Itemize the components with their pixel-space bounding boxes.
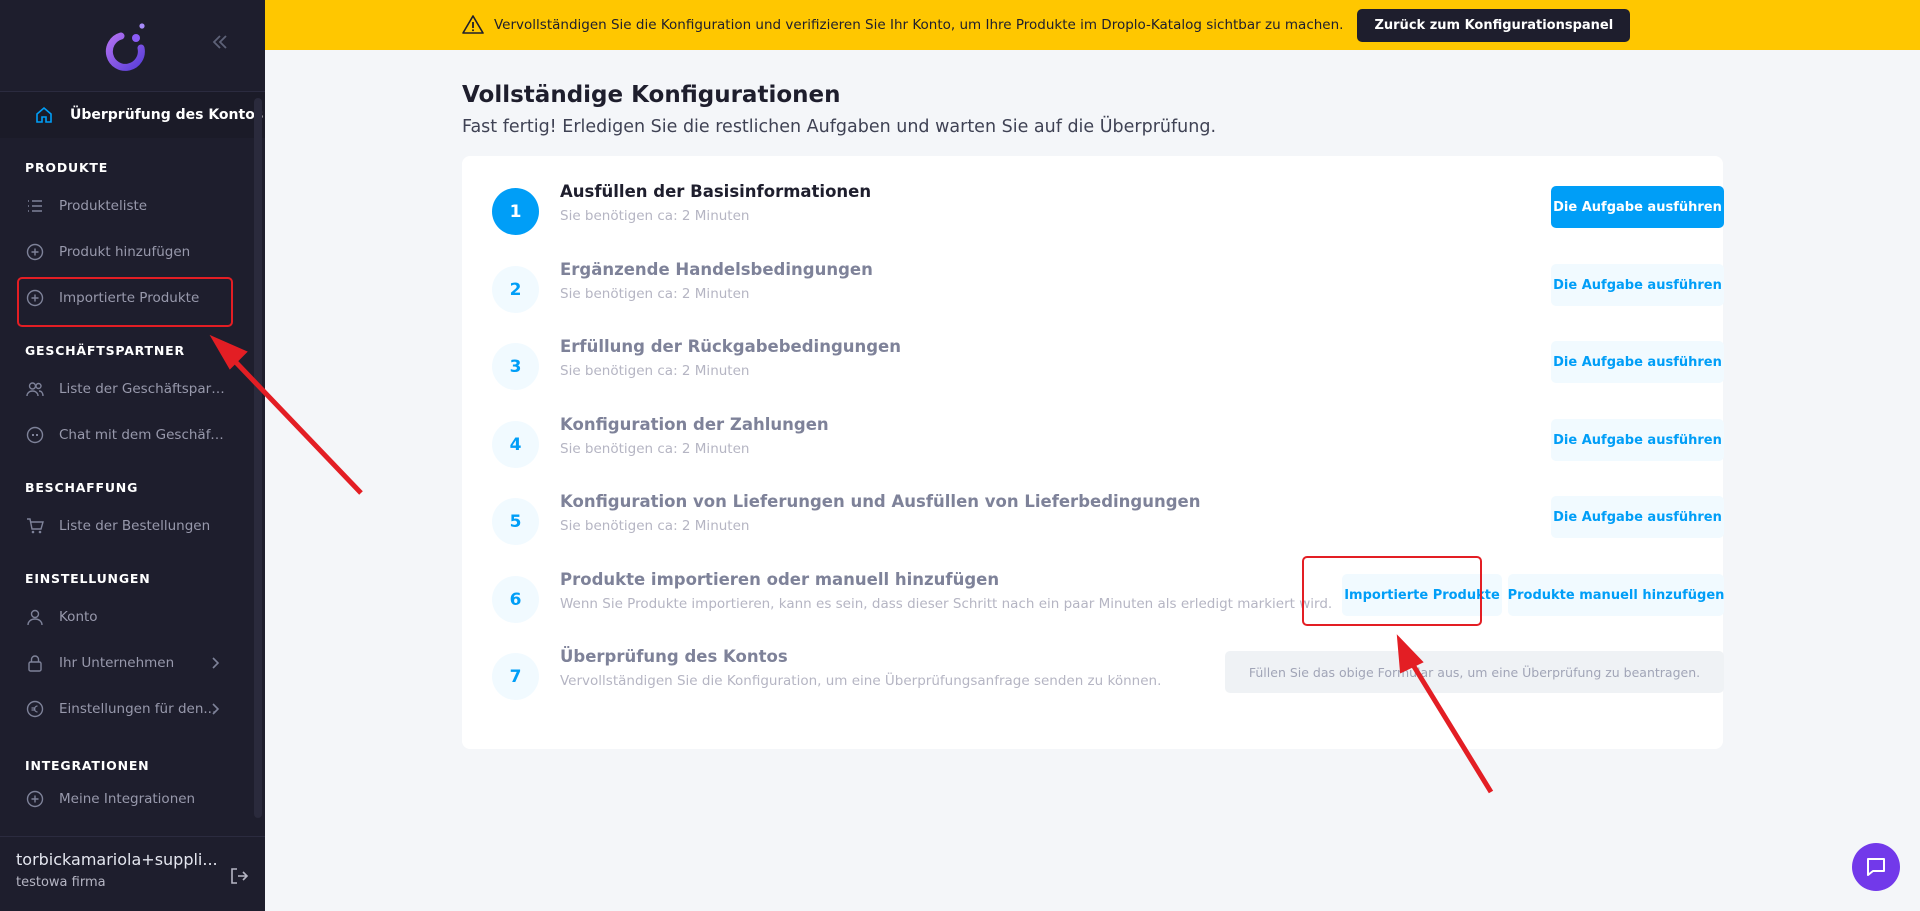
sidebar-item-label: Überprüfung des Kontos xyxy=(70,107,264,123)
step-number: 7 xyxy=(492,653,539,700)
sidebar-item-partner-list[interactable]: Liste der Geschäftspartn... xyxy=(0,366,265,412)
step-title: Produkte importieren oder manuell hinzuf… xyxy=(560,570,1000,589)
chevron-right-icon xyxy=(212,703,220,715)
step-number: 3 xyxy=(492,343,539,390)
logo-area xyxy=(0,0,265,92)
step-title: Ausfüllen der Basisinformationen xyxy=(560,182,872,201)
step-row: 7 Überprüfung des Kontos Vervollständige… xyxy=(492,647,1724,707)
sidebar-item-label: Liste der Bestellungen xyxy=(59,518,211,534)
config-warning-banner: Vervollständigen Sie die Konfiguration u… xyxy=(265,0,1920,50)
sidebar-item-my-integrations[interactable]: Meine Integrationen xyxy=(0,781,265,817)
highlight-box-sidebar xyxy=(17,277,233,327)
plus-circle-icon xyxy=(26,243,44,261)
step-number: 5 xyxy=(492,498,539,545)
section-title-business-partners: GESCHÄFTSPARTNER xyxy=(25,343,185,358)
sidebar-item-settings-for[interactable]: Einstellungen für den... xyxy=(0,686,265,732)
step-title: Konfiguration der Zahlungen xyxy=(560,415,829,434)
highlight-box-import-button xyxy=(1302,556,1482,626)
chat-quote-icon xyxy=(26,426,44,444)
sidebar-item-label: Produkt hinzufügen xyxy=(59,244,191,260)
sidebar-item-label: Chat mit dem Geschäfts... xyxy=(59,427,229,443)
step-title: Überprüfung des Kontos xyxy=(560,647,788,666)
step-row: 6 Produkte importieren oder manuell hinz… xyxy=(492,570,1724,630)
warning-icon xyxy=(462,15,484,34)
banner-text: Vervollständigen Sie die Konfiguration u… xyxy=(494,17,1344,33)
collapse-sidebar-icon[interactable] xyxy=(210,32,230,52)
step-row: 3 Erfüllung der Rückgabebedingungen Sie … xyxy=(492,337,1724,397)
page-title: Vollständige Konfigurationen xyxy=(462,82,841,108)
user-company: testowa firma xyxy=(16,875,106,890)
sidebar: Überprüfung des Kontos PRODUKTE Produkte… xyxy=(0,0,265,911)
sidebar-item-label: Einstellungen für den... xyxy=(59,701,217,717)
chevron-right-icon xyxy=(212,657,220,669)
step-number: 6 xyxy=(492,576,539,623)
page-subtitle: Fast fertig! Erledigen Sie die restliche… xyxy=(462,117,1217,137)
users-icon xyxy=(26,382,44,397)
step-row: 4 Konfiguration der Zahlungen Sie benöti… xyxy=(492,415,1724,475)
run-task-button[interactable]: Die Aufgabe ausführen xyxy=(1551,419,1724,461)
add-products-manually-button[interactable]: Produkte manuell hinzufügen xyxy=(1508,574,1724,616)
step-title: Erfüllung der Rückgabebedingungen xyxy=(560,337,901,356)
run-task-button[interactable]: Die Aufgabe ausführen xyxy=(1551,264,1724,306)
step-description: Sie benötigen ca: 2 Minuten xyxy=(560,363,750,379)
step-description: Sie benötigen ca: 2 Minuten xyxy=(560,441,750,457)
step-number: 2 xyxy=(492,266,539,313)
user-icon xyxy=(27,609,43,626)
verification-disabled-button: Füllen Sie das obige Formular aus, um ei… xyxy=(1225,651,1724,693)
step-description: Vervollständigen Sie die Konfiguration, … xyxy=(560,673,1162,689)
section-title-products: PRODUKTE xyxy=(25,160,109,175)
lock-icon xyxy=(28,655,42,672)
step-description: Sie benötigen ca: 2 Minuten xyxy=(560,208,750,224)
step-title: Konfiguration von Lieferungen und Ausfül… xyxy=(560,492,1201,511)
back-to-config-panel-button[interactable]: Zurück zum Konfigurationspanel xyxy=(1357,8,1631,42)
user-email: torbickamariola+suppli... xyxy=(16,850,218,869)
plus-circle-icon xyxy=(26,790,44,808)
step-row: 2 Ergänzende Handelsbedingungen Sie benö… xyxy=(492,260,1724,320)
logout-icon[interactable] xyxy=(229,866,249,886)
sidebar-scrollbar[interactable] xyxy=(254,98,262,818)
step-number: 4 xyxy=(492,421,539,468)
step-description: Sie benötigen ca: 2 Minuten xyxy=(560,286,750,302)
cart-icon xyxy=(27,518,44,534)
sidebar-item-label: Liste der Geschäftspartn... xyxy=(59,381,229,397)
droplo-logo[interactable] xyxy=(103,16,153,76)
sidebar-item-label: Produkteliste xyxy=(59,198,148,214)
home-icon xyxy=(36,106,52,123)
step-number: 1 xyxy=(492,188,539,235)
section-title-procurement: BESCHAFFUNG xyxy=(25,480,139,495)
user-profile[interactable]: torbickamariola+suppli... testowa firma xyxy=(0,836,265,911)
step-description: Wenn Sie Produkte importieren, kann es s… xyxy=(560,596,1333,612)
euro-circle-icon xyxy=(26,700,44,718)
sidebar-item-account-verification[interactable]: Überprüfung des Kontos xyxy=(0,92,265,138)
config-steps-card: 1 Ausfüllen der Basisinformationen Sie b… xyxy=(462,156,1724,749)
sidebar-item-label: Meine Integrationen xyxy=(59,791,196,807)
step-row: 1 Ausfüllen der Basisinformationen Sie b… xyxy=(492,182,1724,242)
list-icon xyxy=(28,200,42,212)
sidebar-item-order-list[interactable]: Liste der Bestellungen xyxy=(0,503,265,549)
run-task-button[interactable]: Die Aufgabe ausführen xyxy=(1551,186,1724,228)
step-description: Sie benötigen ca: 2 Minuten xyxy=(560,518,750,534)
step-title: Ergänzende Handelsbedingungen xyxy=(560,260,873,279)
section-title-settings: EINSTELLUNGEN xyxy=(25,571,151,586)
section-title-integrations: INTEGRATIONEN xyxy=(25,758,150,773)
sidebar-item-partner-chat[interactable]: Chat mit dem Geschäfts... xyxy=(0,412,265,458)
sidebar-item-account[interactable]: Konto xyxy=(0,594,265,640)
sidebar-item-your-company[interactable]: Ihr Unternehmen xyxy=(0,640,265,686)
run-task-button[interactable]: Die Aufgabe ausführen xyxy=(1551,496,1724,538)
chat-widget-button[interactable] xyxy=(1852,843,1900,891)
sidebar-item-label: Konto xyxy=(59,609,98,625)
sidebar-item-add-product[interactable]: Produkt hinzufügen xyxy=(0,229,265,275)
step-row: 5 Konfiguration von Lieferungen und Ausf… xyxy=(492,492,1724,552)
sidebar-item-product-list[interactable]: Produkteliste xyxy=(0,183,265,229)
run-task-button[interactable]: Die Aufgabe ausführen xyxy=(1551,341,1724,383)
chat-icon xyxy=(1867,858,1885,876)
sidebar-item-label: Ihr Unternehmen xyxy=(59,655,175,671)
